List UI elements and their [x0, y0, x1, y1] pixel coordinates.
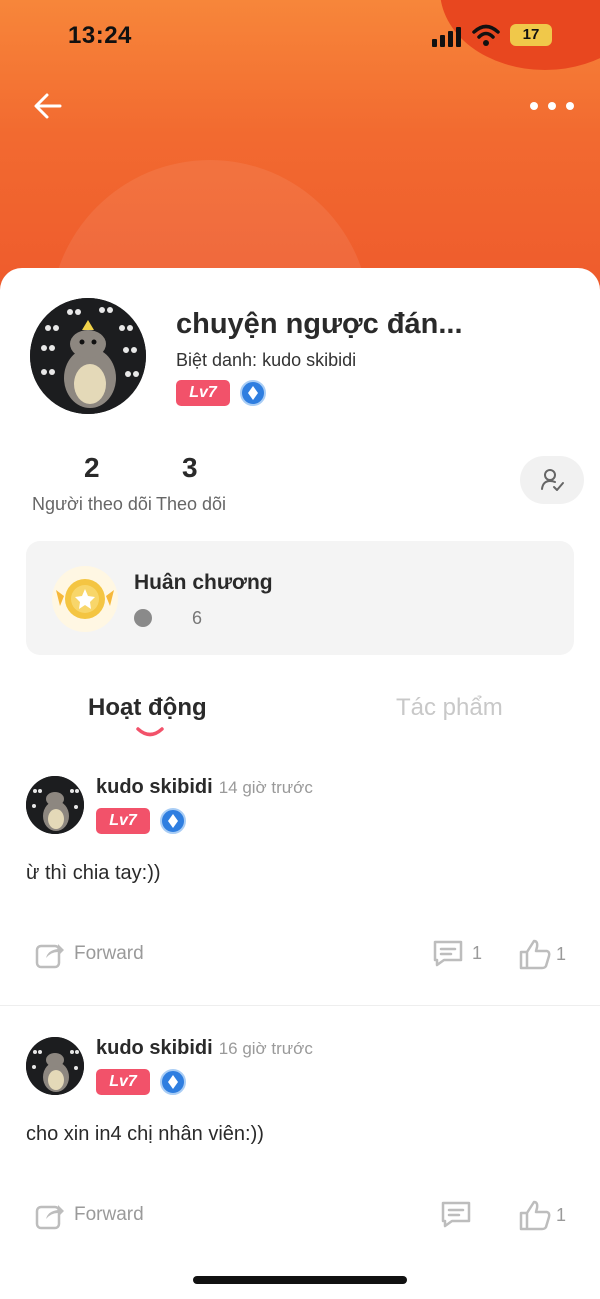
following-label[interactable]: Theo dõi: [156, 494, 226, 515]
comment-count: 1: [472, 942, 483, 963]
tab-works[interactable]: Tác phẩm: [396, 694, 503, 722]
back-button[interactable]: [30, 88, 66, 124]
forward-button[interactable]: Forward: [34, 1199, 144, 1231]
gem-badge-icon: [160, 808, 186, 834]
level-badge: Lv7: [176, 380, 230, 406]
post-author-name[interactable]: kudo skibidi 14 giờ trước: [96, 776, 313, 799]
like-count: 1: [556, 1204, 567, 1225]
more-dots-icon: [530, 102, 538, 110]
profile-avatar[interactable]: [30, 298, 146, 414]
activity-post: kudo skibidi 14 giờ trước Lv7 ừ thì chia …: [0, 776, 600, 996]
forward-icon: [35, 944, 64, 969]
comment-button[interactable]: [440, 1199, 480, 1229]
medal-icon: [52, 566, 118, 632]
post-author-badges: Lv7: [96, 1069, 186, 1095]
follow-button[interactable]: [520, 456, 584, 504]
tab-activity[interactable]: Hoạt động: [88, 694, 207, 722]
followers-count[interactable]: 2: [84, 452, 100, 484]
medal-title: Huân chương: [134, 571, 273, 594]
forward-icon: [35, 1205, 64, 1230]
comment-icon: [433, 940, 463, 967]
medal-count-icon: [134, 609, 152, 627]
gem-badge-icon: [160, 1069, 186, 1095]
profile-sheet: chuyện ngược đán... Biệt danh: kudo skib…: [0, 268, 600, 1299]
post-author-badges: Lv7: [96, 808, 186, 834]
comment-button[interactable]: 1: [432, 938, 482, 968]
like-icon: [519, 939, 551, 970]
level-badge: Lv7: [96, 1069, 150, 1095]
post-author-avatar[interactable]: [26, 1037, 84, 1095]
post-timestamp: 16 giờ trước: [218, 1039, 313, 1058]
profile-badges: Lv7: [176, 380, 266, 406]
post-author-name[interactable]: kudo skibidi 16 giờ trước: [96, 1037, 313, 1060]
comment-icon: [441, 1201, 471, 1228]
medal-card[interactable]: Huân chương 6: [26, 541, 574, 655]
post-timestamp: 14 giờ trước: [218, 778, 313, 797]
more-options-button[interactable]: [530, 94, 574, 118]
level-badge: Lv7: [96, 808, 150, 834]
activity-post: kudo skibidi 16 giờ trước Lv7 cho xin in4…: [0, 1037, 600, 1257]
like-icon: [519, 1200, 551, 1231]
avatar-image: [30, 298, 146, 414]
status-time: 13:24: [68, 22, 132, 49]
home-indicator[interactable]: [193, 1276, 407, 1284]
battery-indicator: 17: [510, 24, 552, 46]
like-button[interactable]: 1: [518, 938, 566, 970]
post-text[interactable]: ừ thì chia tay:)): [26, 862, 161, 885]
post-author-avatar[interactable]: [26, 776, 84, 834]
post-divider: [0, 1005, 600, 1006]
cellular-signal-icon: [432, 27, 464, 47]
gem-badge-icon: [240, 380, 266, 406]
like-count: 1: [556, 943, 567, 964]
forward-button[interactable]: Forward: [34, 938, 144, 970]
following-count[interactable]: 3: [182, 452, 198, 484]
medal-count: 6: [192, 608, 203, 628]
wifi-icon: [472, 24, 500, 46]
post-text[interactable]: cho xin in4 chị nhân viên:)): [26, 1123, 264, 1146]
followers-label[interactable]: Người theo dõi: [32, 494, 152, 515]
status-bar: 13:24 17: [0, 0, 600, 72]
like-button[interactable]: 1: [518, 1199, 566, 1231]
back-arrow-icon: [34, 93, 62, 119]
profile-name: chuyện ngược đán...: [176, 308, 463, 340]
profile-nickname: Biệt danh: kudo skibidi: [176, 350, 357, 370]
follow-check-icon: [541, 469, 564, 491]
active-tab-indicator: [136, 727, 164, 737]
